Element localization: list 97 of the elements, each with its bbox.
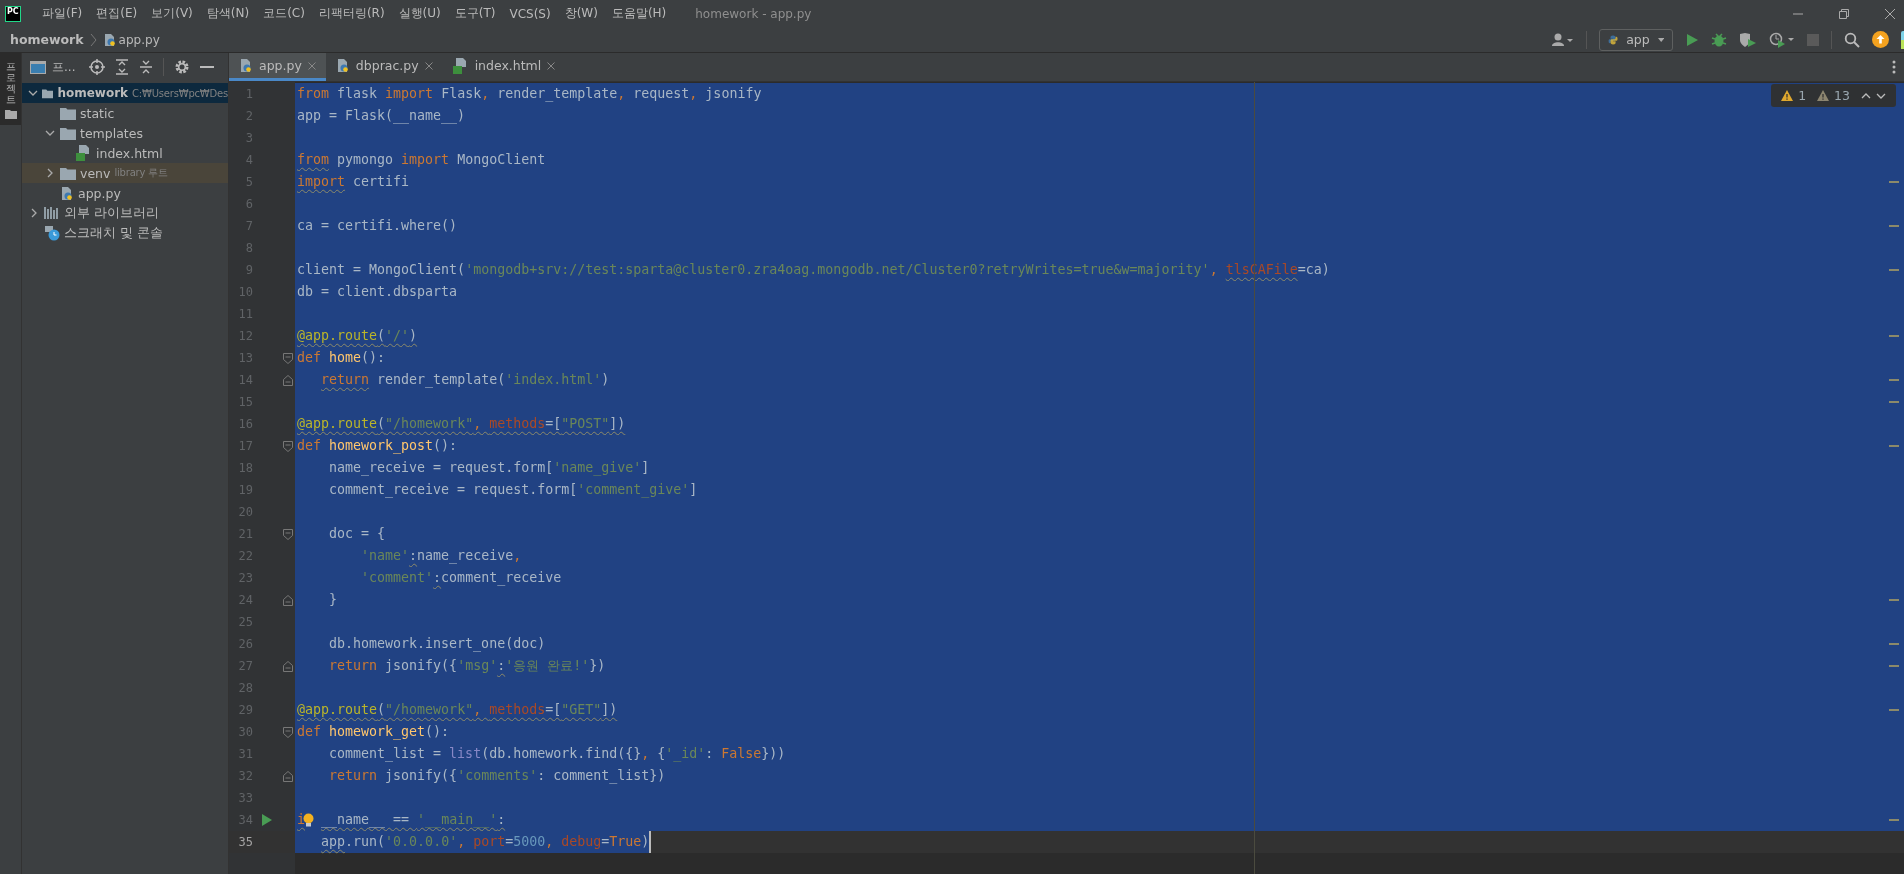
warning-marker[interactable] — [1889, 181, 1899, 183]
breadcrumb-item[interactable]: homework — [10, 32, 84, 47]
warning-marker[interactable] — [1889, 379, 1899, 381]
menu-item[interactable]: 코드(C) — [256, 0, 312, 27]
expand-all-icon[interactable] — [115, 59, 130, 75]
menu-item[interactable]: 실행(U) — [391, 0, 448, 27]
fold-marker-icon[interactable] — [283, 528, 293, 540]
line-number: 35 — [237, 835, 253, 849]
close-icon[interactable] — [1884, 7, 1896, 20]
update-icon[interactable] — [1872, 31, 1889, 48]
chevron-down-icon[interactable] — [45, 129, 55, 137]
menu-item[interactable]: 보기(V) — [144, 0, 200, 27]
path-hint: library 루트 — [114, 166, 168, 180]
tree-item[interactable]: 스크래치 및 콘솔 — [22, 223, 228, 243]
fold-marker-icon[interactable] — [283, 594, 293, 606]
weak-warning-icon — [1817, 90, 1830, 101]
restore-icon[interactable] — [1838, 7, 1850, 20]
chevron-right-icon[interactable] — [30, 208, 38, 218]
window-icon — [30, 60, 46, 74]
tree-item[interactable]: static — [22, 103, 228, 123]
warning-marker[interactable] — [1889, 819, 1899, 821]
settings-icon[interactable] — [174, 59, 191, 75]
chevron-right-icon[interactable] — [46, 168, 54, 178]
close-icon[interactable] — [547, 61, 556, 70]
python-file-icon — [60, 185, 74, 201]
search-icon[interactable] — [1844, 31, 1860, 48]
close-icon[interactable] — [424, 61, 433, 70]
lightbulb-icon[interactable] — [302, 813, 314, 827]
panel-title-dropdown[interactable]: 프... — [30, 58, 76, 76]
editor-tab[interactable]: dbprac.py — [325, 53, 443, 81]
warning-icon — [1781, 90, 1794, 101]
stop-icon[interactable] — [1807, 33, 1819, 46]
warning-marker[interactable] — [1889, 665, 1899, 667]
more-icon[interactable] — [1892, 60, 1896, 74]
python-file-icon — [335, 58, 350, 73]
menu-item[interactable]: 도구(T) — [447, 0, 503, 27]
scratch-console-icon — [44, 225, 60, 241]
tree-item[interactable]: index.html — [22, 143, 228, 163]
fold-marker-icon[interactable] — [283, 726, 293, 738]
inspection-widget[interactable]: 1 13 — [1771, 84, 1896, 107]
warning-marker[interactable] — [1889, 709, 1899, 711]
app-logo: PC — [5, 5, 21, 22]
tree-item[interactable]: templates — [22, 123, 228, 143]
breadcrumb-item[interactable]: app.py — [102, 32, 160, 47]
profiler-icon[interactable] — [1769, 31, 1795, 48]
warning-marker[interactable] — [1889, 335, 1899, 337]
menu-item[interactable]: 리팩터링(R) — [311, 0, 392, 27]
html-file-icon — [76, 145, 92, 161]
warning-marker[interactable] — [1889, 445, 1899, 447]
menu-item[interactable]: 파일(F) — [35, 0, 90, 27]
menu-item[interactable]: 창(W) — [557, 0, 605, 27]
warning-marker[interactable] — [1889, 401, 1899, 403]
locate-icon[interactable] — [89, 59, 106, 75]
fold-marker-icon[interactable] — [283, 770, 293, 782]
coverage-icon[interactable] — [1739, 31, 1757, 48]
next-icon[interactable] — [1876, 92, 1886, 99]
caret-icon — [1657, 36, 1664, 43]
warning-marker[interactable] — [1889, 599, 1899, 601]
html-file-icon — [452, 57, 469, 74]
python-file-icon — [239, 58, 253, 73]
tree-item[interactable]: venv library 루트 — [22, 163, 228, 183]
user-icon[interactable] — [1552, 31, 1574, 48]
chevron-down-icon[interactable] — [28, 89, 38, 97]
folder-icon — [60, 126, 76, 140]
fold-marker-icon[interactable] — [283, 660, 293, 672]
tree-item[interactable]: homework C:₩Users₩pc₩Des — [22, 83, 228, 103]
tree-item[interactable]: 외부 라이브러리 — [22, 203, 228, 223]
tree-item[interactable]: app.py — [22, 183, 228, 203]
menu-item[interactable]: 도움말(H) — [604, 0, 674, 27]
warning-marker[interactable] — [1889, 643, 1899, 645]
fold-marker-icon[interactable] — [283, 440, 293, 452]
menu-item[interactable]: 탐색(N) — [199, 0, 257, 27]
folder-icon — [4, 109, 17, 119]
menu-item[interactable]: 편집(E) — [89, 0, 145, 27]
minimize-icon[interactable] — [200, 65, 215, 69]
path-hint: C:₩Users₩pc₩Des — [132, 87, 228, 99]
close-icon[interactable] — [307, 61, 316, 70]
folder-icon — [60, 106, 76, 120]
warning-marker[interactable] — [1889, 269, 1899, 271]
library-icon — [44, 206, 60, 220]
window-title: homework - app.py — [695, 6, 812, 21]
editor-tab[interactable]: app.py — [229, 53, 326, 81]
folder-icon — [60, 166, 76, 180]
previous-icon[interactable] — [1861, 92, 1871, 99]
python-file-icon — [102, 32, 117, 47]
run-icon[interactable] — [1685, 32, 1699, 47]
warning-marker[interactable] — [1889, 225, 1899, 227]
project-tool-button[interactable]: 프로젝트 — [0, 53, 21, 125]
editor-tab[interactable]: index.html — [442, 53, 566, 81]
fold-marker-icon[interactable] — [283, 374, 293, 386]
chevron-icon — [89, 32, 97, 47]
fold-marker-icon[interactable] — [283, 352, 293, 364]
run-icon[interactable] — [262, 814, 272, 826]
bug-icon[interactable] — [1711, 31, 1727, 48]
collapse-all-icon[interactable] — [139, 59, 154, 75]
menu-item[interactable]: VCS(S) — [502, 0, 558, 27]
run-config-dropdown[interactable]: app — [1599, 28, 1673, 51]
